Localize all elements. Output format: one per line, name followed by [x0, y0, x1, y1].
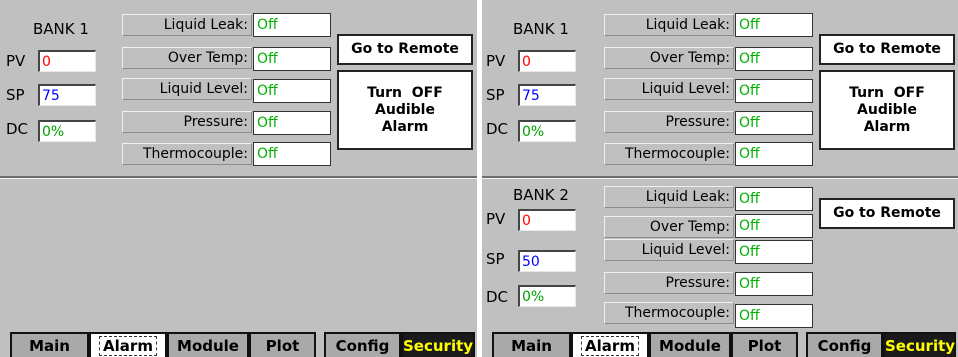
- liquid-level-label: Liquid Level:: [122, 78, 252, 100]
- bank2-liquid-level-label: Liquid Level:: [604, 239, 734, 261]
- pv-label: PV: [486, 52, 506, 70]
- sp-label: SP: [6, 86, 25, 104]
- tab-plot[interactable]: Plot: [249, 332, 316, 357]
- bank2-thermocouple-label: Thermocouple:: [604, 302, 734, 324]
- audible-line-3: Alarm: [863, 118, 911, 135]
- tab-alarm-label: Alarm: [99, 336, 157, 356]
- bank2-over-temp-value: Off: [735, 214, 813, 238]
- bank2-over-temp-label: Over Temp:: [604, 216, 734, 238]
- over-temp-value: Off: [253, 47, 331, 71]
- audible-line-2: Audible: [375, 101, 435, 118]
- tab-main[interactable]: Main: [492, 332, 571, 357]
- liquid-level-value: Off: [735, 79, 813, 103]
- bank2-liquid-leak-value: Off: [735, 187, 813, 211]
- pv-value: 0: [38, 50, 96, 72]
- tab-bar: Main Alarm Module Plot Config Security: [0, 332, 477, 357]
- pressure-label: Pressure:: [604, 111, 734, 133]
- go-to-remote-button[interactable]: Go to Remote: [819, 34, 955, 65]
- sp-label: SP: [486, 86, 505, 104]
- turn-off-audible-alarm-button[interactable]: Turn OFF Audible Alarm: [819, 70, 955, 150]
- tab-alarm[interactable]: Alarm: [89, 332, 167, 357]
- pv-value: 0: [518, 50, 576, 72]
- audible-line-1: Turn OFF: [849, 84, 925, 101]
- bank1-title: BANK 1: [513, 20, 569, 38]
- audible-line-2: Audible: [857, 101, 917, 118]
- section-divider: [482, 176, 958, 179]
- pressure-value: Off: [253, 111, 331, 135]
- thermocouple-value: Off: [735, 142, 813, 166]
- left-screen: BANK 1 PV 0 SP 75 DC 0% Liquid Leak: Off…: [0, 0, 477, 357]
- right-screen: BANK 1 PV 0 SP 75 DC 0% Liquid Leak: Off…: [482, 0, 958, 357]
- liquid-leak-value: Off: [735, 13, 813, 37]
- tab-plot[interactable]: Plot: [731, 332, 798, 357]
- over-temp-label: Over Temp:: [122, 47, 252, 69]
- over-temp-label: Over Temp:: [604, 47, 734, 69]
- liquid-level-label: Liquid Level:: [604, 78, 734, 100]
- go-to-remote-label: Go to Remote: [833, 41, 941, 57]
- tab-alarm-label: Alarm: [581, 336, 639, 356]
- sp-value[interactable]: 75: [38, 84, 96, 106]
- go-to-remote-label: Go to Remote: [351, 41, 459, 57]
- tab-module[interactable]: Module: [167, 332, 249, 357]
- sp-value[interactable]: 75: [518, 84, 576, 106]
- tab-config[interactable]: Config: [806, 332, 883, 357]
- bank2-pv-label: PV: [486, 210, 506, 228]
- dc-label: DC: [6, 120, 29, 138]
- liquid-leak-label: Liquid Leak:: [604, 14, 734, 36]
- bank2-go-to-remote-label: Go to Remote: [833, 205, 941, 221]
- bank2-title: BANK 2: [513, 186, 569, 204]
- turn-off-audible-alarm-button[interactable]: Turn OFF Audible Alarm: [337, 70, 473, 150]
- audible-line-1: Turn OFF: [367, 84, 443, 101]
- tab-security[interactable]: Security: [401, 332, 475, 357]
- tab-config[interactable]: Config: [324, 332, 401, 357]
- dc-label: DC: [486, 120, 509, 138]
- bank2-pressure-label: Pressure:: [604, 272, 734, 294]
- bank2-sp-label: SP: [486, 250, 505, 268]
- dc-value: 0%: [38, 120, 96, 142]
- bank2-pv-value: 0: [518, 209, 576, 231]
- liquid-leak-label: Liquid Leak:: [122, 14, 252, 36]
- tab-bar: Main Alarm Module Plot Config Security: [482, 332, 958, 357]
- thermocouple-label: Thermocouple:: [122, 143, 252, 165]
- dc-value: 0%: [518, 120, 576, 142]
- tab-module[interactable]: Module: [649, 332, 731, 357]
- audible-line-3: Alarm: [381, 118, 429, 135]
- bank2-pressure-value: Off: [735, 272, 813, 296]
- bank2-dc-value: 0%: [518, 285, 576, 307]
- liquid-leak-value: Off: [253, 13, 331, 37]
- liquid-level-value: Off: [253, 79, 331, 103]
- bank2-liquid-level-value: Off: [735, 240, 813, 264]
- pressure-label: Pressure:: [122, 111, 252, 133]
- over-temp-value: Off: [735, 47, 813, 71]
- bank1-title: BANK 1: [33, 20, 89, 38]
- bank2-sp-value[interactable]: 50: [518, 250, 576, 272]
- tab-security[interactable]: Security: [883, 332, 956, 357]
- bank2-go-to-remote-button[interactable]: Go to Remote: [819, 198, 955, 229]
- section-divider: [0, 176, 477, 179]
- bank2-dc-label: DC: [486, 288, 509, 306]
- bank2-thermocouple-value: Off: [735, 304, 813, 328]
- tab-main[interactable]: Main: [10, 332, 89, 357]
- pv-label: PV: [6, 52, 26, 70]
- go-to-remote-button[interactable]: Go to Remote: [337, 34, 473, 65]
- thermocouple-label: Thermocouple:: [604, 143, 734, 165]
- bank2-liquid-leak-label: Liquid Leak:: [604, 186, 734, 208]
- thermocouple-value: Off: [253, 142, 331, 166]
- pressure-value: Off: [735, 111, 813, 135]
- tab-alarm[interactable]: Alarm: [571, 332, 649, 357]
